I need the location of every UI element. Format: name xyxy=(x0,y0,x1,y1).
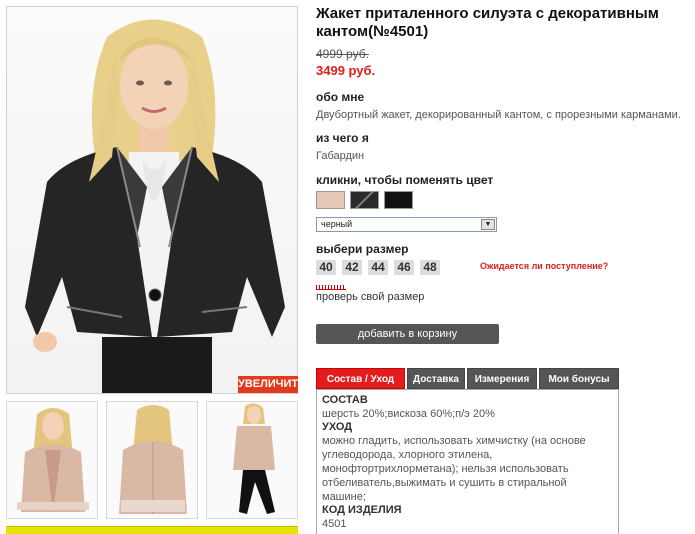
care-text-line: машине; xyxy=(322,491,366,503)
thumbnail-3[interactable] xyxy=(206,401,298,519)
chevron-down-icon: ▼ xyxy=(481,219,495,230)
care-text-line: монофтортрихлорметана); нельзя использов… xyxy=(322,463,569,475)
color-swatch-gray[interactable] xyxy=(350,191,379,209)
zoom-button[interactable]: УВЕЛИЧИТЬ xyxy=(238,376,306,393)
material-heading: из чего я xyxy=(316,131,369,145)
product-code-heading: КОД ИЗДЕЛИЯ xyxy=(322,504,402,516)
tab-composition[interactable]: Состав / Уход xyxy=(316,368,405,389)
size-option[interactable]: 42 xyxy=(342,260,362,275)
color-swatch-black[interactable] xyxy=(384,191,413,209)
thumbnail-back-image xyxy=(119,405,187,514)
about-text: Двубортный жакет, декорированный кантом,… xyxy=(316,109,681,121)
tab-bonuses[interactable]: Мои бонусы xyxy=(539,368,619,389)
composition-text: шерсть 20%;вискоза 60%;п/э 20% xyxy=(322,408,495,420)
size-heading: выбери размер xyxy=(316,242,409,256)
thumbnail-front-image xyxy=(17,408,89,512)
size-option[interactable]: 48 xyxy=(420,260,440,275)
thumbnail-1[interactable] xyxy=(6,401,98,519)
color-select-value: черный xyxy=(321,219,353,229)
care-heading: УХОД xyxy=(322,421,353,433)
about-heading: обо мне xyxy=(316,90,365,104)
size-option[interactable]: 44 xyxy=(368,260,388,275)
color-heading: кликни, чтобы поменять цвет xyxy=(316,173,494,187)
material-text: Габардин xyxy=(316,150,365,162)
care-text-line: углеводорода, хлорного этилена, xyxy=(322,449,493,461)
composition-heading: СОСТАВ xyxy=(322,394,368,406)
thumbnail-full-image xyxy=(233,403,275,514)
new-price: 3499 руб. xyxy=(316,63,376,78)
tab-measurements[interactable]: Измерения xyxy=(467,368,537,389)
product-title: Жакет приталенного силуэта с декоративны… xyxy=(316,5,659,40)
woman-in-black-jacket-image xyxy=(25,19,285,393)
tab-delivery[interactable]: Доставка xyxy=(407,368,465,389)
color-swatch-beige[interactable] xyxy=(316,191,345,209)
ruler-icon xyxy=(316,285,346,290)
promo-banner[interactable] xyxy=(6,526,298,534)
product-code: 4501 xyxy=(322,518,347,530)
add-to-cart-button[interactable]: добавить в корзину xyxy=(316,324,499,344)
care-text-line: можно гладить, использовать химчистку (н… xyxy=(322,435,586,447)
old-price: 4999 руб. xyxy=(316,47,369,61)
care-text-line: отбеливатель,выжимать и сушить в стираль… xyxy=(322,477,567,489)
info-tabs: Состав / Уход Доставка Измерения Мои бон… xyxy=(316,368,619,389)
product-main-photo[interactable] xyxy=(6,6,298,394)
check-size-link[interactable]: проверь свой размер xyxy=(316,291,424,303)
awaiting-stock-link[interactable]: Ожидается ли поступление? xyxy=(480,261,608,271)
color-select[interactable]: черный ▼ xyxy=(316,217,497,232)
size-option[interactable]: 40 xyxy=(316,260,336,275)
thumbnail-2[interactable] xyxy=(106,401,198,519)
tab-content: СОСТАВ шерсть 20%;вискоза 60%;п/э 20% УХ… xyxy=(316,389,619,534)
size-option[interactable]: 46 xyxy=(394,260,414,275)
